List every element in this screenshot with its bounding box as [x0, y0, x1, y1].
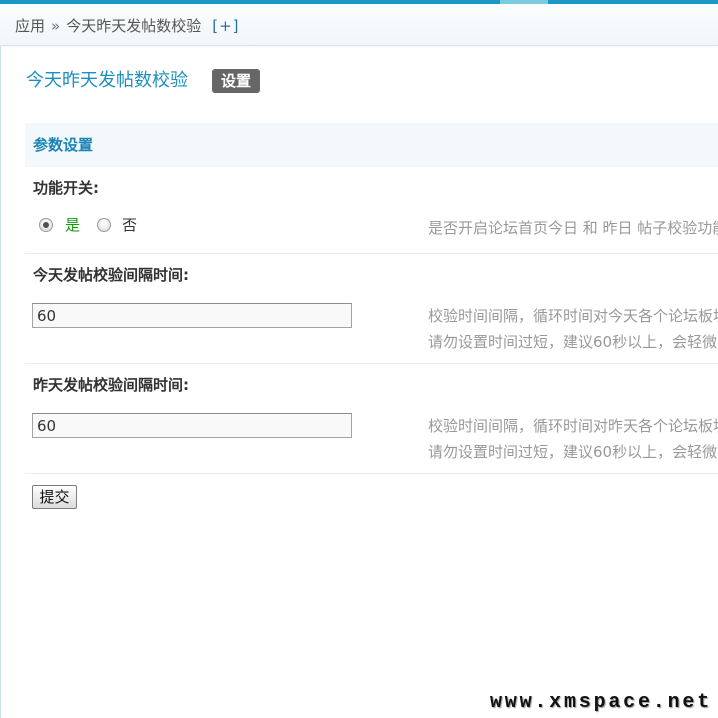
radio-no-label[interactable]: 否 [122, 215, 137, 235]
radio-option-no[interactable]: 否 [97, 215, 137, 235]
breadcrumb-separator: » [51, 17, 61, 35]
yesterday-interval-label: 昨天发帖校验间隔时间: [33, 376, 189, 394]
today-interval-label: 今天发帖校验间隔时间: [33, 266, 189, 284]
today-interval-description: 校验时间间隔，循环时间对今天各个论坛板块 请勿设置时间过短，建议60秒以上，会轻… [428, 303, 718, 355]
row-divider [25, 253, 718, 254]
submit-button[interactable]: 提交 [32, 485, 77, 509]
left-frame-border [0, 46, 1, 718]
breadcrumb-current: 今天昨天发帖数校验 [66, 17, 202, 35]
today-interval-input[interactable] [32, 303, 352, 328]
radio-yes-label[interactable]: 是 [65, 215, 80, 235]
today-interval-description-line: 请勿设置时间过短，建议60秒以上，会轻微 [428, 333, 718, 351]
row-divider [25, 473, 718, 474]
switch-label: 功能开关: [33, 179, 99, 197]
today-interval-description-line: 校验时间间隔，循环时间对今天各个论坛板块 [428, 307, 718, 325]
breadcrumb-add-toggle[interactable]: [+] [212, 17, 239, 35]
switch-description: 是否开启论坛首页今日 和 昨日 帖子校验功能 [428, 219, 718, 237]
radio-yes[interactable] [39, 218, 53, 232]
radio-option-yes[interactable]: 是 [39, 215, 80, 235]
page-title: 今天昨天发帖数校验 [26, 70, 188, 91]
yesterday-interval-description-line: 校验时间间隔，循环时间对昨天各个论坛板块 [428, 417, 718, 435]
admin-page: 应用» 今天昨天发帖数校验 [+] 今天昨天发帖数校验 设置 参数设置 功能开关: … [0, 0, 718, 718]
tab-settings[interactable]: 设置 [212, 69, 260, 93]
yesterday-interval-description-line: 请勿设置时间过短，建议60秒以上，会轻微 [428, 443, 718, 461]
yesterday-interval-input[interactable] [32, 413, 352, 438]
row-divider [25, 363, 718, 364]
breadcrumb-root-link[interactable]: 应用 [15, 17, 45, 35]
yesterday-interval-description: 校验时间间隔，循环时间对昨天各个论坛板块 请勿设置时间过短，建议60秒以上，会轻… [428, 413, 718, 465]
radio-no[interactable] [97, 218, 111, 232]
section-title: 参数设置 [25, 123, 718, 167]
watermark: www.xmspace.net [489, 691, 712, 714]
breadcrumb: 应用 » 今天昨天发帖数校验 [+] [0, 4, 718, 46]
